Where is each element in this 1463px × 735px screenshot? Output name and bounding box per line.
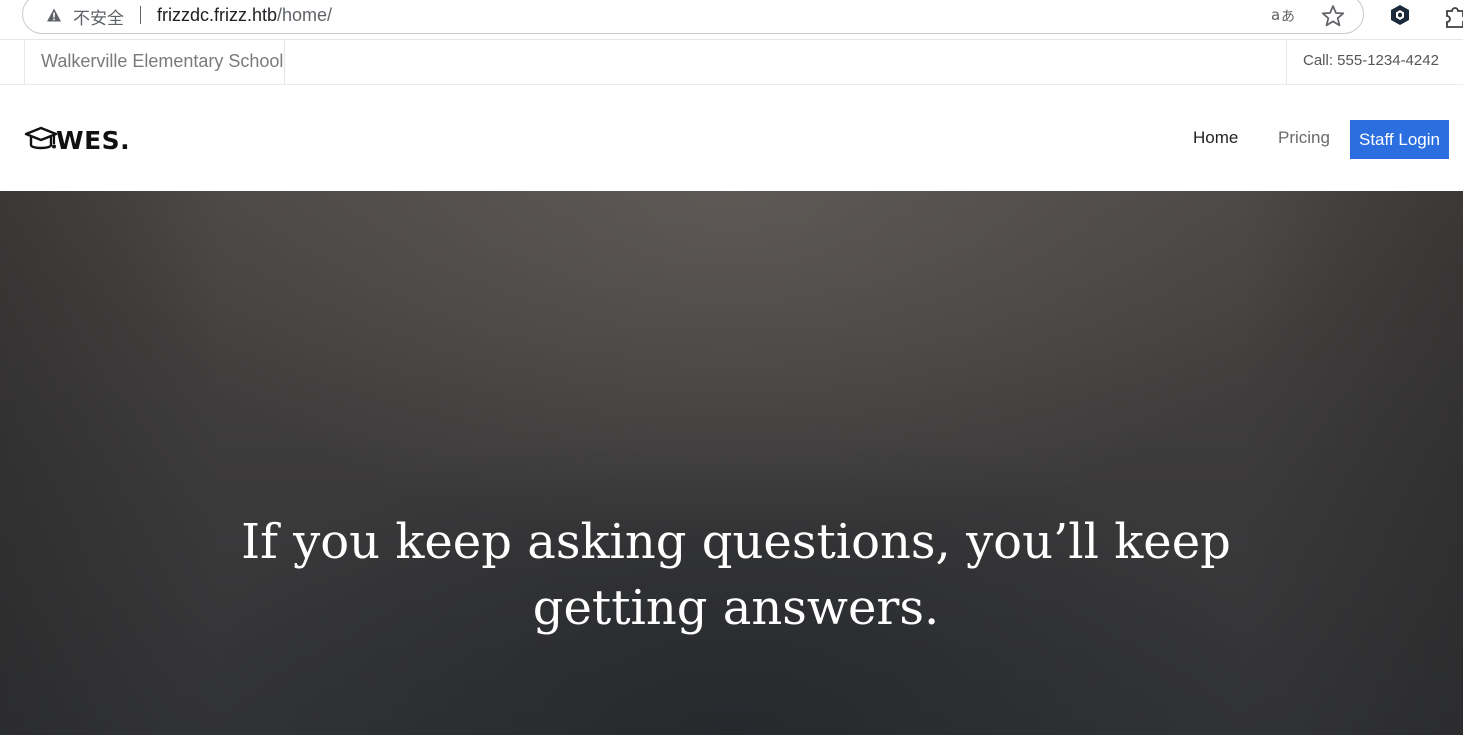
url-path: /home/: [277, 5, 333, 25]
site-logo[interactable]: WES.: [24, 124, 130, 156]
url-text[interactable]: frizzdc.frizz.htb/home/: [157, 5, 332, 26]
address-separator: [140, 6, 141, 24]
security-status-label[interactable]: 不安全: [73, 4, 124, 29]
logo-text: WES.: [56, 125, 131, 155]
school-name: Walkerville Elementary School: [41, 51, 284, 71]
nav-pricing-link[interactable]: Pricing: [1278, 128, 1330, 148]
browser-toolbar: 不安全 frizzdc.frizz.htb/home/ a あ: [0, 0, 1463, 40]
warning-icon[interactable]: [46, 7, 62, 23]
graduation-cap-icon: [24, 126, 58, 150]
hero-shade-left: [0, 191, 220, 735]
nav-home-link[interactable]: Home: [1193, 128, 1238, 148]
call-box: Call: 555-1234-4242: [1286, 40, 1463, 85]
hero-shade-right: [1243, 191, 1463, 735]
star-icon[interactable]: [1320, 3, 1346, 29]
extension-icon[interactable]: [1390, 4, 1410, 26]
svg-text:あ: あ: [1281, 9, 1295, 25]
phone-number: Call: 555-1234-4242: [1303, 52, 1439, 69]
url-host: frizzdc.frizz.htb: [157, 5, 278, 25]
top-info-bar: Walkerville Elementary School Call: 555-…: [0, 40, 1463, 85]
puzzle-icon[interactable]: [1442, 3, 1463, 29]
hero-headline: If you keep asking questions, you’ll kee…: [241, 514, 1231, 636]
hero-section: If you keep asking questions, you’ll kee…: [0, 191, 1463, 735]
translate-icon[interactable]: a あ: [1270, 4, 1298, 26]
main-navbar: WES. Home Pricing Staff Login: [0, 86, 1463, 191]
svg-text:a: a: [1271, 6, 1280, 24]
school-name-box: Walkerville Elementary School: [24, 40, 285, 85]
staff-login-button[interactable]: Staff Login: [1350, 120, 1449, 159]
